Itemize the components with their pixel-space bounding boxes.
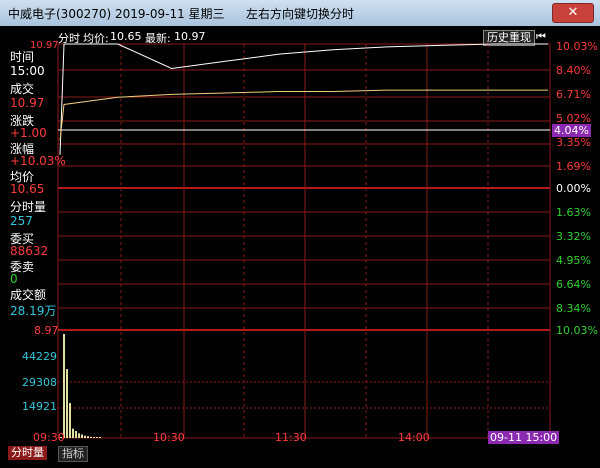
bottom-tabs: 分时量 指标 [8, 446, 98, 462]
deal-label: 成交 [10, 82, 35, 96]
left-top-price: 10.97 [30, 40, 59, 51]
volume-bar [63, 334, 65, 438]
volume-bar [87, 436, 89, 438]
title-bar: 中威电子(300270) 2019-09-11 星期三 左右方向键切换分时 ✕ [0, 0, 600, 27]
pct-value: +10.03% [10, 154, 66, 168]
change-value: +1.00 [10, 126, 47, 140]
tab-indicator[interactable]: 指标 [58, 446, 88, 462]
chart-area: 分时 均价: 10.65 最新: 10.97 历史重现 ⏮ 10.97 时间 1… [0, 26, 600, 468]
volume-bar [99, 437, 101, 438]
sell-value: 0 [10, 272, 18, 286]
amount-label: 成交额 [10, 288, 47, 302]
volume-bar [69, 402, 71, 438]
close-button[interactable]: ✕ [552, 3, 594, 23]
axis-down-0: 1.63% [556, 206, 591, 219]
buy-value: 88632 [10, 244, 49, 258]
avg-value: 10.65 [10, 182, 45, 196]
time-label-1130: 11:30 [275, 431, 307, 444]
volume-bar [75, 430, 77, 438]
axis-down-3: 6.64% [556, 278, 591, 291]
navigation-hint: 左右方向键切换分时 [246, 7, 355, 21]
volume-bar [78, 433, 80, 438]
deal-value: 10.97 [10, 96, 45, 110]
axis-down-5: 10.03% [556, 324, 598, 337]
volume-label-0: 8.97 [34, 324, 59, 337]
close-icon: ✕ [567, 5, 579, 20]
volume-bar [81, 434, 83, 438]
price-line [59, 43, 548, 155]
vol-value: 257 [10, 214, 33, 228]
stock-minute-window: 中威电子(300270) 2019-09-11 星期三 左右方向键切换分时 ✕ … [0, 0, 600, 468]
volume-bar [90, 436, 92, 438]
axis-up-2: 6.71% [556, 88, 591, 101]
window-title: 中威电子(300270) 2019-09-11 星期三 [8, 7, 225, 21]
volume-bar [84, 435, 86, 438]
amount-value: 28.19万 [10, 304, 57, 318]
axis-down-2: 4.95% [556, 254, 591, 267]
volume-bar [93, 437, 95, 438]
axis-up-0: 10.03% [556, 40, 598, 53]
axis-zero: 0.00% [556, 182, 591, 195]
volume-label-1: 44229 [22, 350, 57, 363]
time-value: 15:00 [10, 64, 45, 78]
volume-bar [66, 369, 68, 438]
axis-up-5: 3.35% [556, 136, 591, 149]
axis-up-6: 1.69% [556, 160, 591, 173]
time-label-1400: 14:00 [398, 431, 430, 444]
tab-volume[interactable]: 分时量 [8, 446, 47, 460]
axis-down-1: 3.32% [556, 230, 591, 243]
axis-down-4: 8.34% [556, 302, 591, 315]
volume-bar [72, 428, 74, 438]
time-label: 时间 [10, 50, 35, 64]
avg-line [59, 89, 548, 141]
volume-label-3: 14921 [22, 400, 57, 413]
vol-label: 分时量 [10, 200, 47, 214]
axis-up-1: 8.40% [556, 64, 591, 77]
volume-bar [96, 437, 98, 438]
time-selected-badge: 09-11 15:00 [488, 431, 560, 444]
time-label-1030: 10:30 [153, 431, 185, 444]
main-chart-svg [57, 43, 551, 439]
volume-bars [60, 334, 101, 438]
time-label-0930: 09:30 [33, 431, 65, 444]
volume-label-2: 29308 [22, 376, 57, 389]
